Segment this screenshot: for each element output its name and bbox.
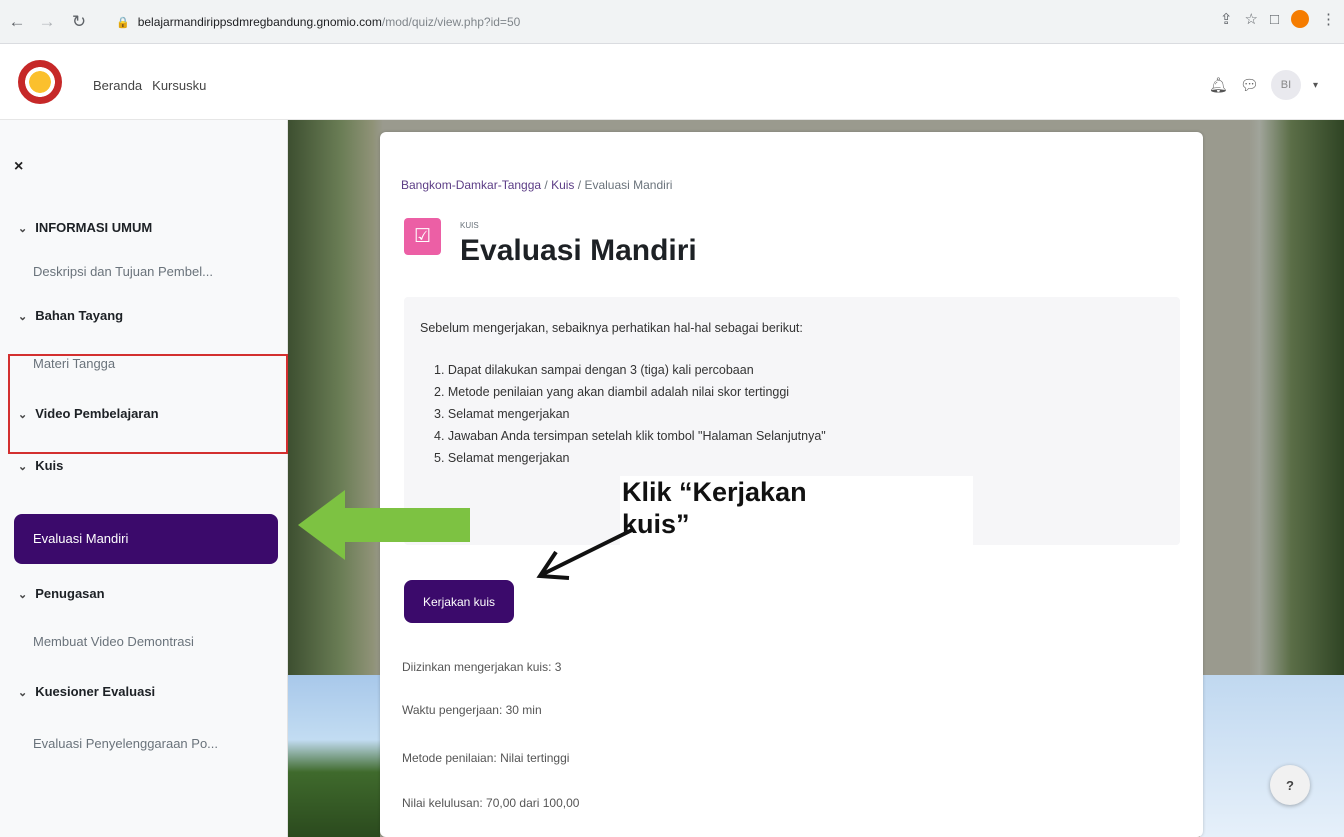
annotation-arrows [298,490,633,580]
green-arrow [298,490,470,560]
black-arrow [536,528,633,580]
quiz-passing-grade: Nilai kelulusan: 70,00 dari 100,00 [402,796,580,810]
start-quiz-button[interactable]: Kerjakan kuis [404,580,514,623]
help-button[interactable]: ? [1270,765,1310,805]
quiz-attempts-allowed: Diizinkan mengerjakan kuis: 3 [402,660,562,674]
quiz-grading-method: Metode penilaian: Nilai tertinggi [402,751,570,765]
quiz-time-limit: Waktu pengerjaan: 30 min [402,703,542,717]
